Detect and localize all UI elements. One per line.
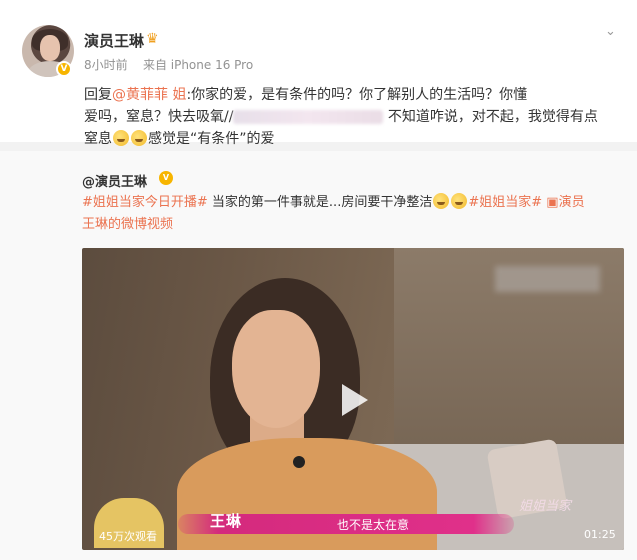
- reply-line-1: :你家的爱，是有条件的吗？你了解别人的生活吗？你懂: [186, 87, 528, 103]
- laugh-cry-emoji-icon: [113, 130, 129, 146]
- blurred-watermark: [495, 266, 600, 292]
- mention-link-1[interactable]: @黄菲菲 姐: [112, 87, 186, 103]
- verified-badge-icon: V: [56, 61, 72, 77]
- show-logo-watermark: 姐姐当家: [519, 499, 572, 514]
- hashtag-link[interactable]: #姐姐当家今日开播#: [82, 195, 208, 210]
- video-person-face: [232, 310, 320, 428]
- hashtag-link[interactable]: #姐姐当家#: [468, 195, 542, 210]
- post-text: 回复@黄菲菲 姐:你家的爱，是有条件的吗？你了解别人的生活吗？你懂 爱吗，窒息？…: [84, 84, 632, 150]
- video-duration: 01:25: [584, 528, 616, 541]
- reply-prefix: 回复: [84, 87, 112, 103]
- post-time: 8小时前: [84, 58, 128, 72]
- video-camera-icon: ▣: [546, 195, 559, 210]
- subtitle-name: 王琳: [210, 512, 243, 530]
- repost-text: #姐姐当家今日开播# 当家的第一件事就是...房间要干净整洁 #姐姐当家# ▣演员…: [82, 192, 630, 236]
- reply-line-2b: 不知道咋说，对不起，我觉得有点: [387, 109, 598, 125]
- video-player[interactable]: 王琳 也不是太在意 姐姐当家 45万次观看 01:25: [82, 248, 624, 550]
- repost-author[interactable]: @演员王琳: [82, 171, 147, 190]
- microphone-icon: [293, 456, 305, 468]
- crown-icon: ♛: [146, 31, 159, 47]
- post-meta: 8小时前 来自 iPhone 16 Pro: [84, 56, 253, 73]
- laugh-cry-emoji-icon: [451, 193, 468, 209]
- reply-line-3b: 感觉是“有条件”的爱: [148, 131, 275, 147]
- video-link[interactable]: 演员: [559, 195, 585, 210]
- subtitle-line: 也不是太在意: [337, 518, 410, 532]
- chevron-down-icon[interactable]: ⌄: [605, 24, 616, 39]
- blurred-mention: [233, 110, 384, 124]
- post-source: 来自 iPhone 16 Pro: [142, 58, 254, 72]
- repost-text-1: 当家的第一件事就是...房间要干净整洁: [207, 195, 433, 210]
- author-name[interactable]: 演员王琳: [84, 30, 144, 51]
- reply-line-3a: 窒息: [84, 131, 112, 147]
- avatar-face: [40, 35, 60, 61]
- laugh-cry-emoji-icon: [131, 130, 147, 146]
- play-icon[interactable]: [334, 381, 372, 419]
- reply-line-2a: 爱吗，窒息？快去吸氧//: [84, 109, 234, 125]
- verified-badge-icon: V: [159, 171, 173, 185]
- laugh-cry-emoji-icon: [433, 193, 450, 209]
- view-count: 45万次观看: [99, 530, 157, 543]
- video-link-2[interactable]: 王琳的微博视频: [82, 217, 173, 232]
